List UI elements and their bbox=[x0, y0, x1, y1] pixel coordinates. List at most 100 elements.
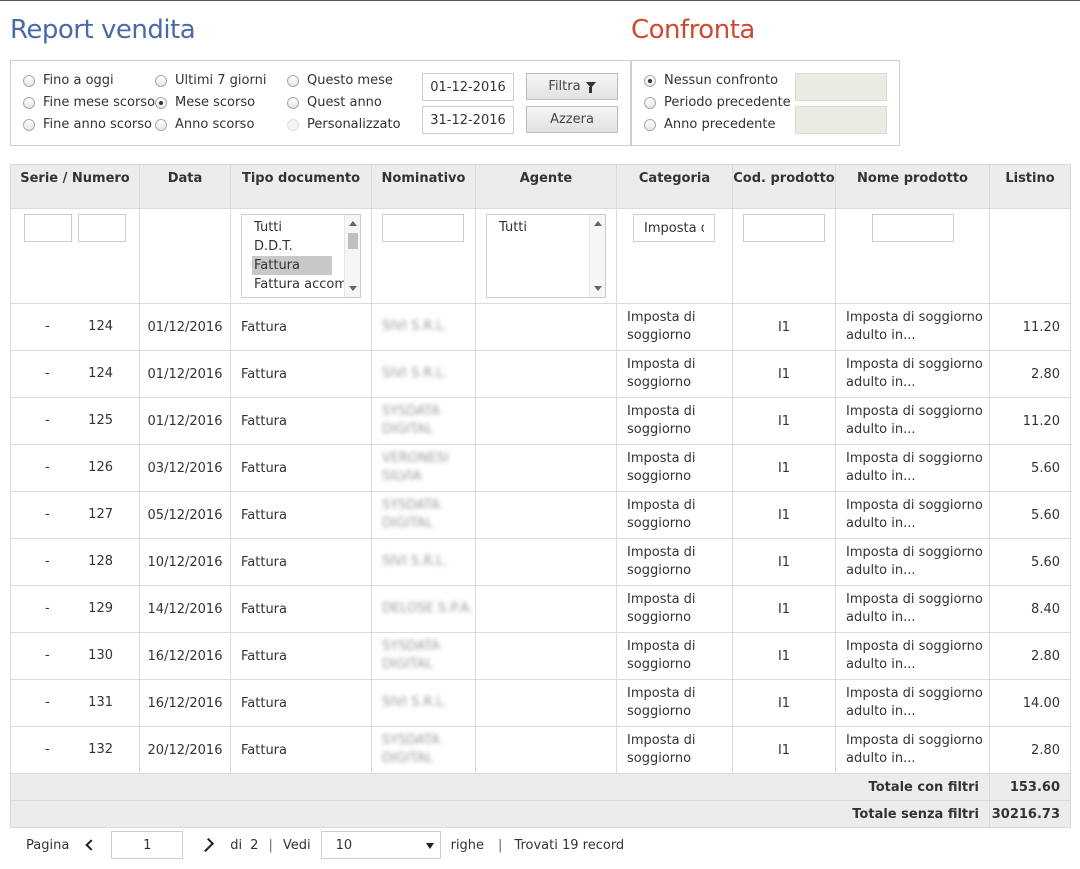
serie-filter-input[interactable] bbox=[24, 214, 72, 242]
tipo-option-tutti[interactable]: Tutti bbox=[242, 218, 360, 237]
scroll-down-icon[interactable] bbox=[594, 286, 602, 291]
filter-cell-categoria bbox=[616, 208, 733, 304]
nominativo-cell: DELOSE S.P.A. bbox=[371, 585, 476, 633]
table-row[interactable]: - 124 01/12/2016 Fattura SIVI S.R.L. Impo… bbox=[10, 303, 1071, 351]
scroll-down-icon[interactable] bbox=[349, 286, 357, 291]
agente-option-tutti[interactable]: Tutti bbox=[487, 218, 605, 237]
column-header-listino[interactable]: Listino bbox=[989, 164, 1071, 209]
tipo-documento-listbox[interactable]: Tutti D.D.T. Fattura Fattura accom bbox=[241, 214, 361, 298]
filter-cell-serie-numero bbox=[10, 208, 140, 304]
agente-listbox[interactable]: Tutti bbox=[486, 214, 606, 298]
scroll-thumb[interactable] bbox=[348, 233, 358, 249]
data-cell: 10/12/2016 bbox=[139, 538, 231, 586]
tipo-cell: Fattura bbox=[230, 444, 372, 492]
reset-button[interactable]: Azzera bbox=[526, 106, 618, 133]
caret-down-icon bbox=[425, 843, 434, 849]
filter-cell-listino bbox=[989, 208, 1071, 304]
filter-button[interactable]: Filtra bbox=[526, 73, 618, 100]
chevron-right-icon[interactable] bbox=[200, 837, 215, 853]
table-row[interactable]: - 131 16/12/2016 Fattura SIVI S.R.L. Impo… bbox=[10, 679, 1071, 727]
scroll-up-icon[interactable] bbox=[594, 221, 602, 226]
table-row[interactable]: - 128 10/12/2016 Fattura SIVI S.R.L. Impo… bbox=[10, 538, 1071, 586]
period-option-quest-anno[interactable]: Quest anno bbox=[287, 95, 382, 110]
date-to-input[interactable] bbox=[422, 106, 514, 134]
data-cell: 20/12/2016 bbox=[139, 726, 231, 774]
period-option-mese-scorso[interactable]: Mese scorso bbox=[155, 95, 255, 110]
table-row[interactable]: -126 03/12/2016 Fattura VERONESI SILVIA … bbox=[10, 444, 1071, 492]
data-cell: 16/12/2016 bbox=[139, 679, 231, 727]
compare-panel: Nessun confronto Periodo precedente Anno… bbox=[631, 60, 900, 146]
categoria-cell: Imposta di soggiorno bbox=[616, 303, 733, 351]
column-header-nominativo[interactable]: Nominativo bbox=[371, 164, 476, 209]
serie-value: - bbox=[45, 648, 50, 663]
numero-value: 131 bbox=[88, 695, 113, 710]
listbox-scrollbar[interactable] bbox=[589, 215, 605, 297]
column-header-serie-numero[interactable]: Serie / Numero bbox=[10, 164, 140, 209]
nome-prodotto-filter-input[interactable] bbox=[872, 214, 954, 242]
numero-value: 126 bbox=[88, 460, 113, 475]
column-header-nome-prodotto[interactable]: Nome prodotto bbox=[835, 164, 990, 209]
page-title: Report vendita bbox=[10, 15, 196, 45]
column-header-cod-prodotto[interactable]: Cod. prodotto bbox=[732, 164, 836, 209]
table-row[interactable]: -125 01/12/2016 Fattura SYSDATA DIGITAL … bbox=[10, 397, 1071, 445]
numero-filter-input[interactable] bbox=[78, 214, 126, 242]
agente-cell bbox=[475, 726, 617, 774]
column-header-data[interactable]: Data bbox=[139, 164, 231, 209]
cod-prodotto-filter-input[interactable] bbox=[743, 214, 825, 242]
nome-cell: Imposta di soggiorno adulto in... bbox=[835, 397, 990, 445]
total-filtered-label: Totale con filtri bbox=[10, 773, 990, 801]
date-from-input[interactable] bbox=[422, 73, 514, 101]
page-number-input[interactable] bbox=[111, 831, 184, 859]
table-row[interactable]: -127 05/12/2016 Fattura SYSDATA DIGITAL … bbox=[10, 491, 1071, 539]
period-option-anno-scorso[interactable]: Anno scorso bbox=[155, 117, 254, 132]
categoria-cell: Imposta di soggiorno bbox=[616, 679, 733, 727]
nominativo-cell: SYSDATA DIGITAL bbox=[371, 726, 476, 774]
chevron-left-icon[interactable] bbox=[85, 839, 97, 851]
categoria-cell: Imposta di soggiorno bbox=[616, 538, 733, 586]
period-option-ultimi-7-giorni[interactable]: Ultimi 7 giorni bbox=[155, 73, 266, 88]
total-unfiltered-row: Totale senza filtri 30216.73 bbox=[10, 800, 1071, 828]
period-filter-panel: Fino a oggi Fine mese scorso Fine anno s… bbox=[10, 60, 631, 146]
period-option-fine-anno-scorso[interactable]: Fine anno scorso bbox=[23, 117, 152, 132]
nominativo-cell: SIVI S.R.L. bbox=[371, 350, 476, 398]
column-header-agente[interactable]: Agente bbox=[475, 164, 617, 209]
tipo-option-fattura-selected[interactable]: Fattura bbox=[252, 256, 332, 275]
per-page-select[interactable]: 10 bbox=[320, 831, 441, 859]
scroll-up-icon[interactable] bbox=[349, 221, 357, 226]
listino-cell: 2.80 bbox=[989, 632, 1071, 680]
column-header-categoria[interactable]: Categoria bbox=[616, 164, 733, 209]
compare-date-to-field bbox=[795, 106, 887, 134]
show-label: Vedi bbox=[282, 837, 311, 853]
categoria-filter-input[interactable] bbox=[633, 214, 715, 242]
nominativo-cell: SIVI S.R.L. bbox=[371, 303, 476, 351]
tipo-option-fattura-accom[interactable]: Fattura accom bbox=[242, 275, 360, 294]
agente-cell bbox=[475, 491, 617, 539]
period-option-fine-mese-scorso[interactable]: Fine mese scorso bbox=[23, 95, 155, 110]
table-row[interactable]: - 129 14/12/2016 Fattura DELOSE S.P.A. Im… bbox=[10, 585, 1071, 633]
radio-icon bbox=[23, 118, 35, 131]
cod-cell: I1 bbox=[732, 585, 836, 633]
table-row[interactable]: -130 16/12/2016 Fattura SYSDATA DIGITAL … bbox=[10, 632, 1071, 680]
table-row[interactable]: - 124 01/12/2016 Fattura SIVI S.R.L. Impo… bbox=[10, 350, 1071, 398]
agente-cell bbox=[475, 397, 617, 445]
period-option-fino-a-oggi[interactable]: Fino a oggi bbox=[23, 73, 114, 88]
compare-option-anno-precedente[interactable]: Anno precedente bbox=[644, 117, 776, 132]
period-option-personalizzato[interactable]: Personalizzato bbox=[287, 117, 401, 132]
nome-cell: Imposta di soggiorno adulto in... bbox=[835, 444, 990, 492]
compare-option-nessun-confronto[interactable]: Nessun confronto bbox=[644, 73, 778, 88]
compare-option-periodo-precedente[interactable]: Periodo precedente bbox=[644, 95, 791, 110]
categoria-cell: Imposta di soggiorno bbox=[616, 444, 733, 492]
tipo-option-ddt[interactable]: D.D.T. bbox=[242, 237, 360, 256]
listino-cell: 8.40 bbox=[989, 585, 1071, 633]
numero-value: 124 bbox=[88, 319, 113, 334]
nominativo-filter-input[interactable] bbox=[382, 214, 464, 242]
tipo-cell: Fattura bbox=[230, 538, 372, 586]
table-row[interactable]: -132 20/12/2016 Fattura SYSDATA DIGITAL … bbox=[10, 726, 1071, 774]
categoria-cell: Imposta di soggiorno bbox=[616, 491, 733, 539]
column-header-tipo-documento[interactable]: Tipo documento bbox=[230, 164, 372, 209]
listino-cell: 2.80 bbox=[989, 350, 1071, 398]
categoria-cell: Imposta di soggiorno bbox=[616, 726, 733, 774]
categoria-cell: Imposta di soggiorno bbox=[616, 585, 733, 633]
period-option-questo-mese[interactable]: Questo mese bbox=[287, 73, 393, 88]
listbox-scrollbar[interactable] bbox=[344, 215, 360, 297]
